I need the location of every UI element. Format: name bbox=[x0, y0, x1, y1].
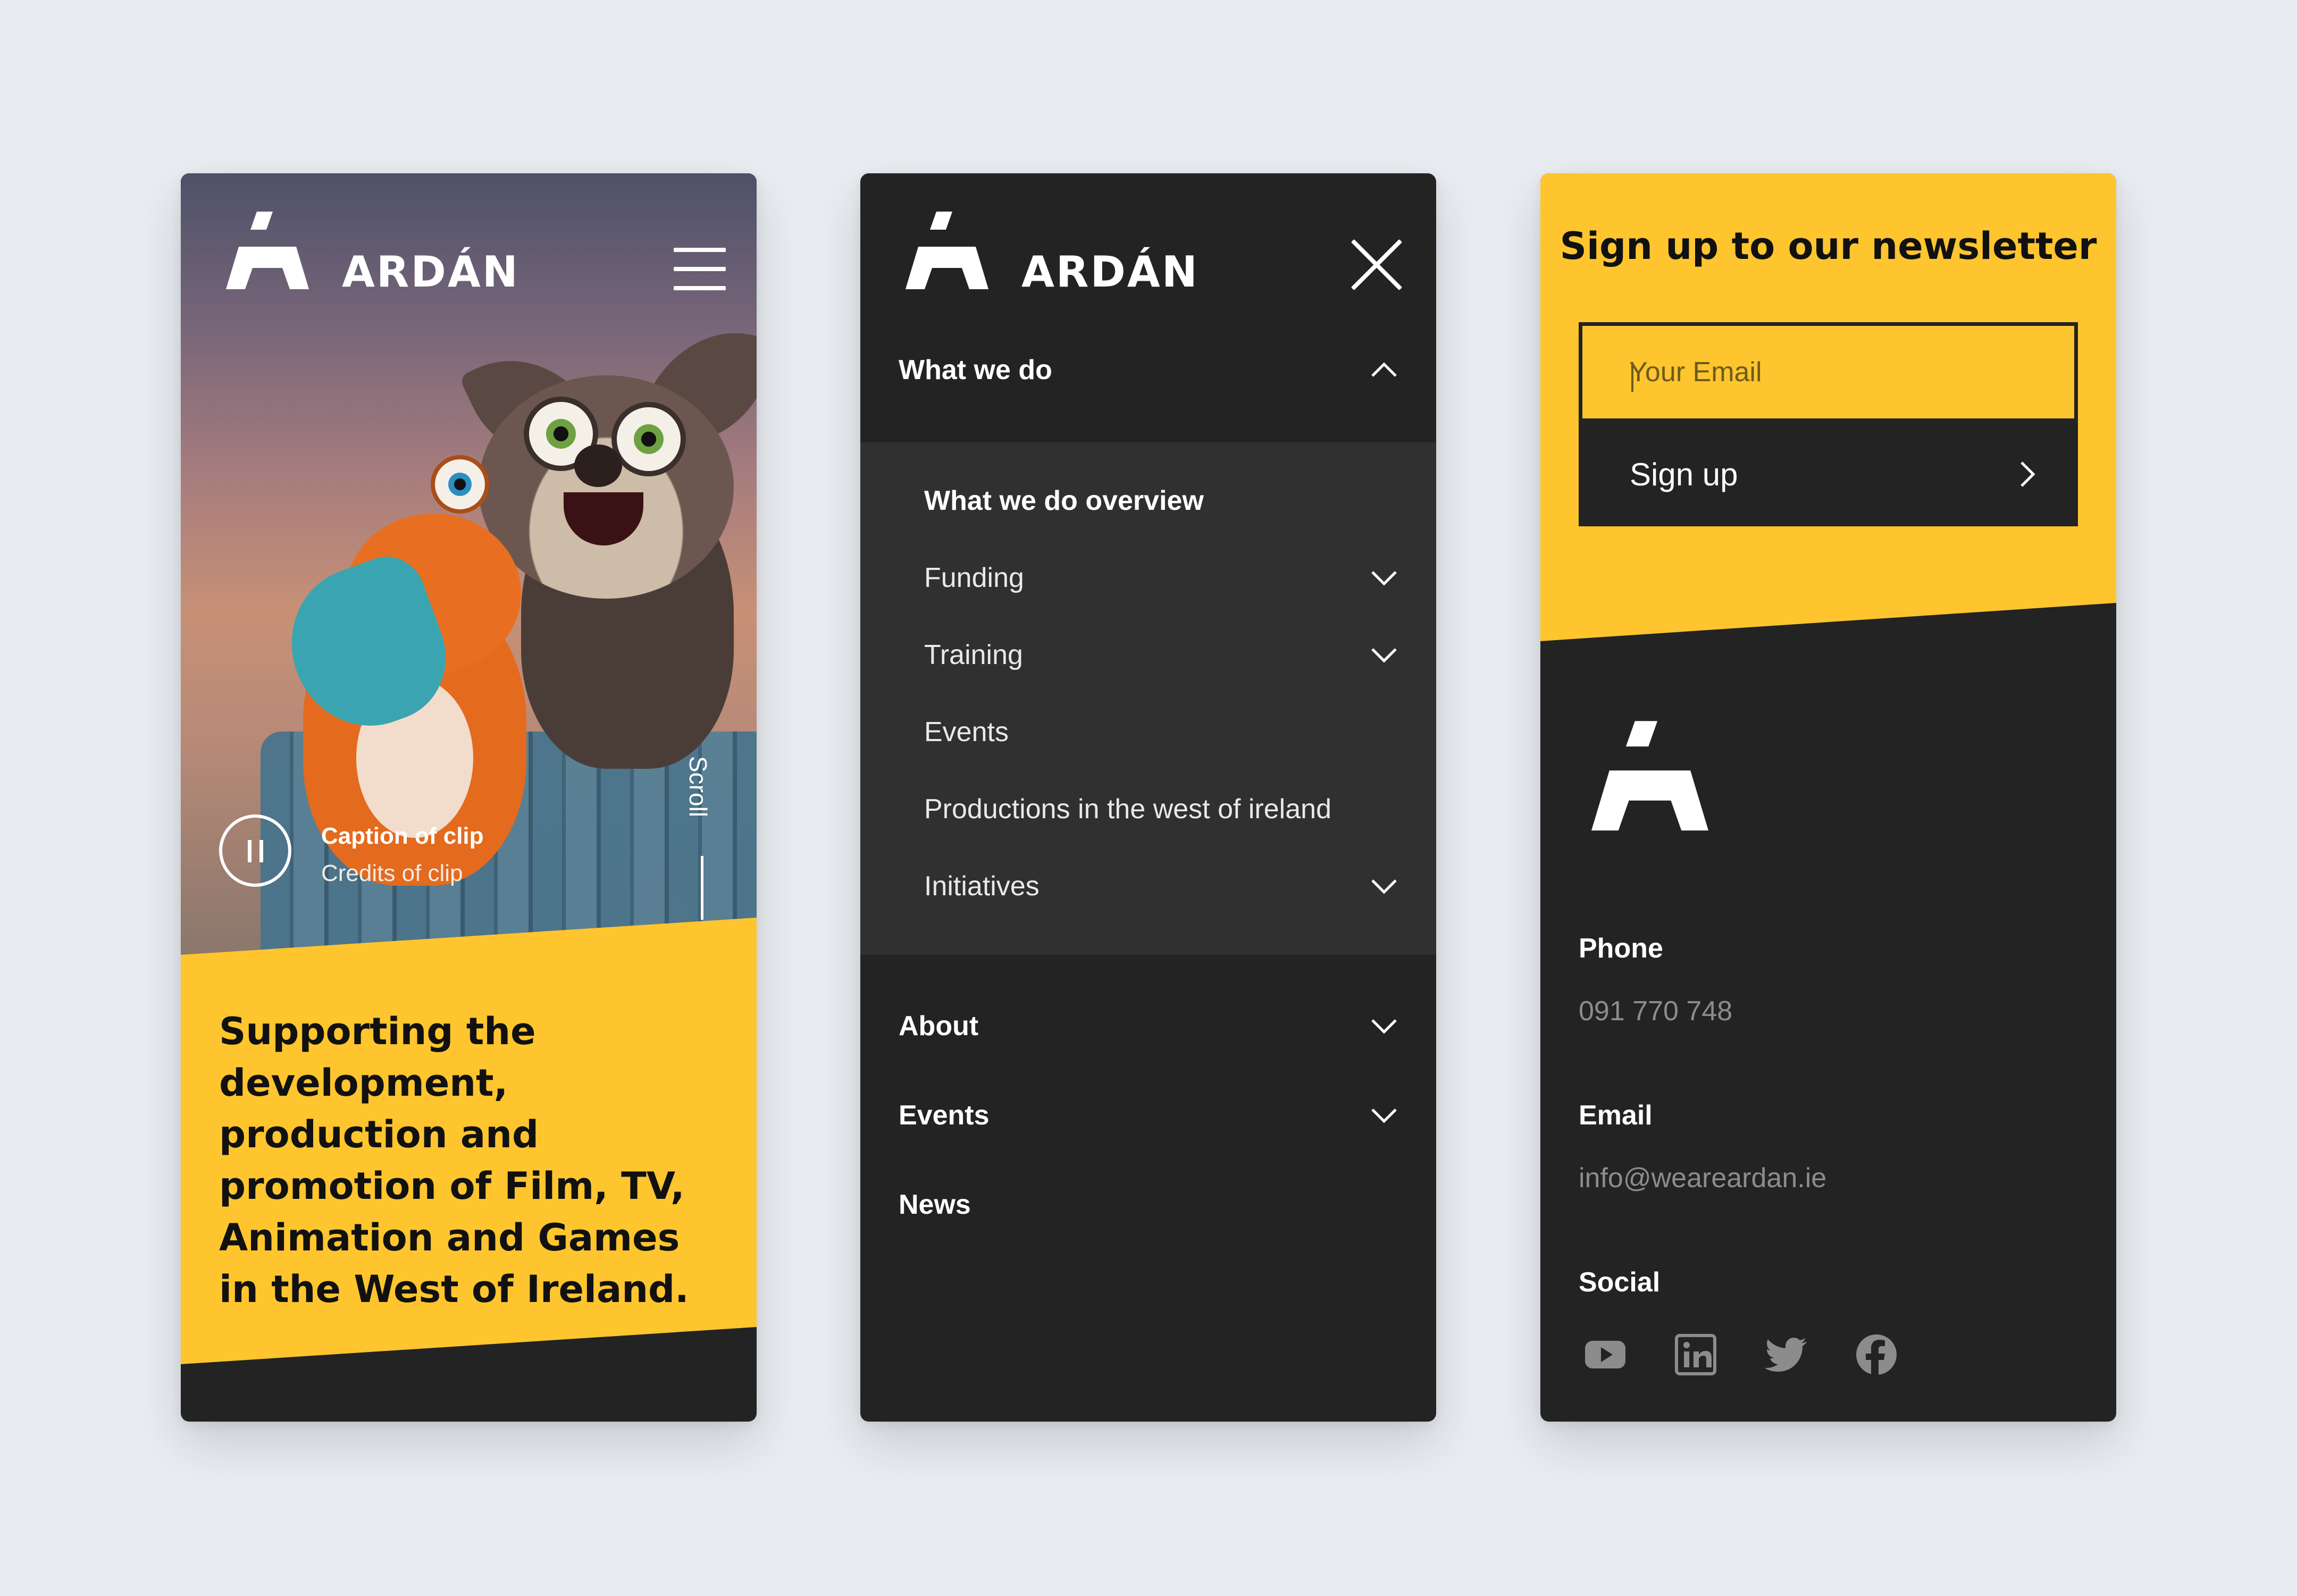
chevron-down-icon bbox=[1371, 1108, 1397, 1123]
brand-wordmark: ARDÁN bbox=[342, 247, 519, 297]
nav-item-news[interactable]: News bbox=[899, 1178, 1398, 1231]
social-links bbox=[1583, 1332, 1944, 1377]
chevron-down-icon bbox=[1371, 879, 1397, 894]
ardan-logo-icon bbox=[906, 212, 988, 289]
submenu-item-training[interactable]: Training bbox=[924, 628, 1398, 682]
menu-screen: ARDÁN What we do What we do overview Fun… bbox=[860, 173, 1436, 1422]
phone-value[interactable]: 091 770 748 bbox=[1579, 995, 1732, 1027]
hamburger-icon bbox=[674, 248, 726, 252]
email-value[interactable]: info@weareardan.ie bbox=[1579, 1162, 1826, 1194]
phone-label: Phone bbox=[1579, 933, 1663, 964]
twitter-icon[interactable] bbox=[1764, 1332, 1808, 1377]
submenu-item-events[interactable]: Events bbox=[924, 705, 1398, 759]
linkedin-icon[interactable] bbox=[1673, 1332, 1718, 1377]
nav-item-what-we-do[interactable]: What we do bbox=[899, 354, 1398, 386]
chevron-right-icon bbox=[2021, 461, 2035, 487]
email-label: Email bbox=[1579, 1100, 1653, 1131]
chevron-down-icon bbox=[1371, 648, 1397, 663]
clip-credits: Credits of clip bbox=[321, 860, 463, 886]
brand-wordmark: ARDÁN bbox=[1021, 247, 1199, 297]
home-screen: ARDÁN Caption of clip Credits of clip Sc… bbox=[181, 173, 757, 1422]
menu-button[interactable] bbox=[674, 248, 726, 290]
submenu-what-we-do: What we do overview Funding Training Eve… bbox=[860, 442, 1436, 955]
footer-screen: Sign up to our newsletter Sign up Phone … bbox=[1540, 173, 2116, 1422]
hero-character-lemur bbox=[479, 375, 734, 599]
scroll-indicator-line bbox=[701, 856, 703, 920]
email-input[interactable] bbox=[1582, 326, 2074, 418]
scroll-indicator-label[interactable]: Scroll bbox=[684, 756, 712, 817]
ardan-logo-icon bbox=[1591, 721, 1708, 831]
chevron-up-icon bbox=[1371, 362, 1397, 377]
social-label: Social bbox=[1579, 1267, 1661, 1298]
submenu-item-overview[interactable]: What we do overview bbox=[924, 474, 1398, 527]
chevron-down-icon bbox=[1371, 1019, 1397, 1034]
brand-logo[interactable]: ARDÁN bbox=[906, 212, 1199, 297]
email-field[interactable] bbox=[1579, 322, 2078, 422]
close-menu-button[interactable] bbox=[1350, 238, 1403, 291]
clip-caption: Caption of clip bbox=[321, 823, 484, 849]
nav-item-about[interactable]: About bbox=[899, 999, 1398, 1053]
pause-button[interactable] bbox=[219, 814, 291, 887]
ardan-logo-icon bbox=[226, 212, 309, 289]
submenu-item-funding[interactable]: Funding bbox=[924, 551, 1398, 604]
submenu-item-productions[interactable]: Productions in the west of ireland bbox=[924, 783, 1398, 836]
facebook-icon[interactable] bbox=[1854, 1332, 1899, 1377]
brand-logo[interactable]: ARDÁN bbox=[226, 212, 519, 297]
submenu-item-initiatives[interactable]: Initiatives bbox=[924, 860, 1398, 913]
youtube-icon[interactable] bbox=[1583, 1332, 1628, 1377]
chevron-down-icon bbox=[1371, 571, 1397, 586]
nav-item-events[interactable]: Events bbox=[899, 1089, 1398, 1142]
signup-button[interactable]: Sign up bbox=[1579, 422, 2078, 526]
newsletter-title: Sign up to our newsletter bbox=[1560, 224, 2097, 268]
hero-headline: Supporting the development, production a… bbox=[219, 1010, 689, 1311]
pause-icon bbox=[248, 840, 252, 862]
